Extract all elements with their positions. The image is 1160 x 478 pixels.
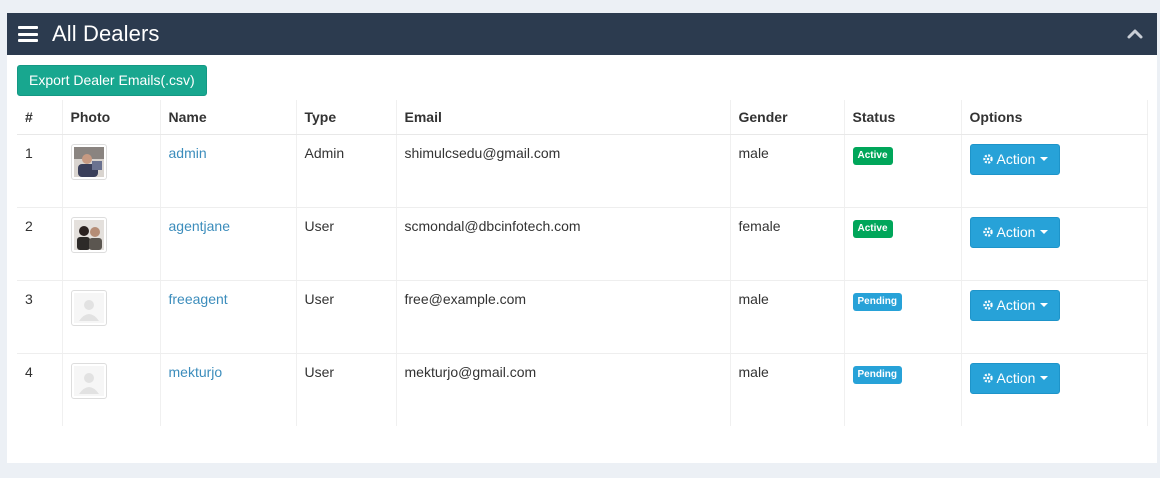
col-header-email: Email (396, 100, 731, 135)
row-number: 3 (17, 280, 63, 354)
table-header-row: # Photo Name Type Email Gender Status Op… (17, 100, 1148, 135)
status-badge: Pending (852, 365, 902, 384)
dealer-email: scmondal@dbcinfotech.com (396, 207, 731, 281)
table-row: 4 mekturjo User mekturjo@gmail.com male … (17, 353, 1148, 426)
col-header-number: # (17, 100, 63, 135)
panel-body: Export Dealer Emails(.csv) # Photo Name … (7, 55, 1157, 426)
dealer-gender: male (730, 134, 845, 208)
col-header-status: Status (844, 100, 962, 135)
col-header-name: Name (160, 100, 297, 135)
status-badge: Pending (852, 292, 902, 311)
caret-down-icon (1040, 376, 1049, 380)
col-header-type: Type (296, 100, 397, 135)
default-avatar-icon[interactable] (70, 362, 107, 399)
table-row: 2 agentjane User scmondal@dbcinfotech.co… (17, 207, 1148, 281)
status-badge: Active (852, 146, 893, 165)
caret-down-icon (1040, 230, 1049, 234)
action-label: Action (996, 151, 1036, 167)
chevron-up-icon[interactable] (1125, 24, 1145, 44)
dealer-email: mekturjo@gmail.com (396, 353, 731, 426)
user-photo-admin[interactable] (70, 143, 107, 180)
col-header-gender: Gender (730, 100, 845, 135)
action-label: Action (996, 224, 1036, 240)
gear-icon (982, 372, 994, 384)
dealer-gender: male (730, 280, 845, 354)
action-dropdown-button[interactable]: Action (969, 143, 1061, 175)
row-number: 1 (17, 134, 63, 208)
action-label: Action (996, 297, 1036, 313)
dealer-name-link[interactable]: mekturjo (169, 364, 223, 380)
default-avatar-icon[interactable] (70, 289, 107, 326)
dealer-type: User (296, 353, 397, 426)
panel-title: All Dealers (52, 21, 160, 46)
dealer-email: free@example.com (396, 280, 731, 354)
row-number: 2 (17, 207, 63, 281)
action-dropdown-button[interactable]: Action (969, 289, 1061, 321)
dealer-type: Admin (296, 134, 397, 208)
dealer-type: User (296, 207, 397, 281)
gear-icon (982, 153, 994, 165)
action-dropdown-button[interactable]: Action (969, 216, 1061, 248)
gear-icon (982, 299, 994, 311)
table-row: 1 admin Admin shimulcsedu@gmail.com male… (17, 134, 1148, 208)
panel-header: All Dealers (7, 13, 1157, 55)
table-row: 3 freeagent User free@example.com male P… (17, 280, 1148, 354)
action-dropdown-button[interactable]: Action (969, 362, 1061, 394)
caret-down-icon (1040, 157, 1049, 161)
user-photo-agentjane[interactable] (70, 216, 107, 253)
caret-down-icon (1040, 303, 1049, 307)
dealers-panel: All Dealers Export Dealer Emails(.csv) #… (7, 13, 1157, 463)
dealer-email: shimulcsedu@gmail.com (396, 134, 731, 208)
export-emails-button[interactable]: Export Dealer Emails(.csv) (17, 65, 207, 96)
dealer-name-link[interactable]: freeagent (169, 291, 228, 307)
dealer-gender: female (730, 207, 845, 281)
dealer-type: User (296, 280, 397, 354)
action-label: Action (996, 370, 1036, 386)
col-header-photo: Photo (62, 100, 161, 135)
dealer-name-link[interactable]: admin (169, 145, 207, 161)
dealer-name-link[interactable]: agentjane (169, 218, 231, 234)
hamburger-icon[interactable] (18, 26, 38, 42)
dealers-table: # Photo Name Type Email Gender Status Op… (17, 100, 1148, 426)
gear-icon (982, 226, 994, 238)
col-header-options: Options (961, 100, 1148, 135)
dealer-gender: male (730, 353, 845, 426)
status-badge: Active (852, 219, 893, 238)
row-number: 4 (17, 353, 63, 426)
